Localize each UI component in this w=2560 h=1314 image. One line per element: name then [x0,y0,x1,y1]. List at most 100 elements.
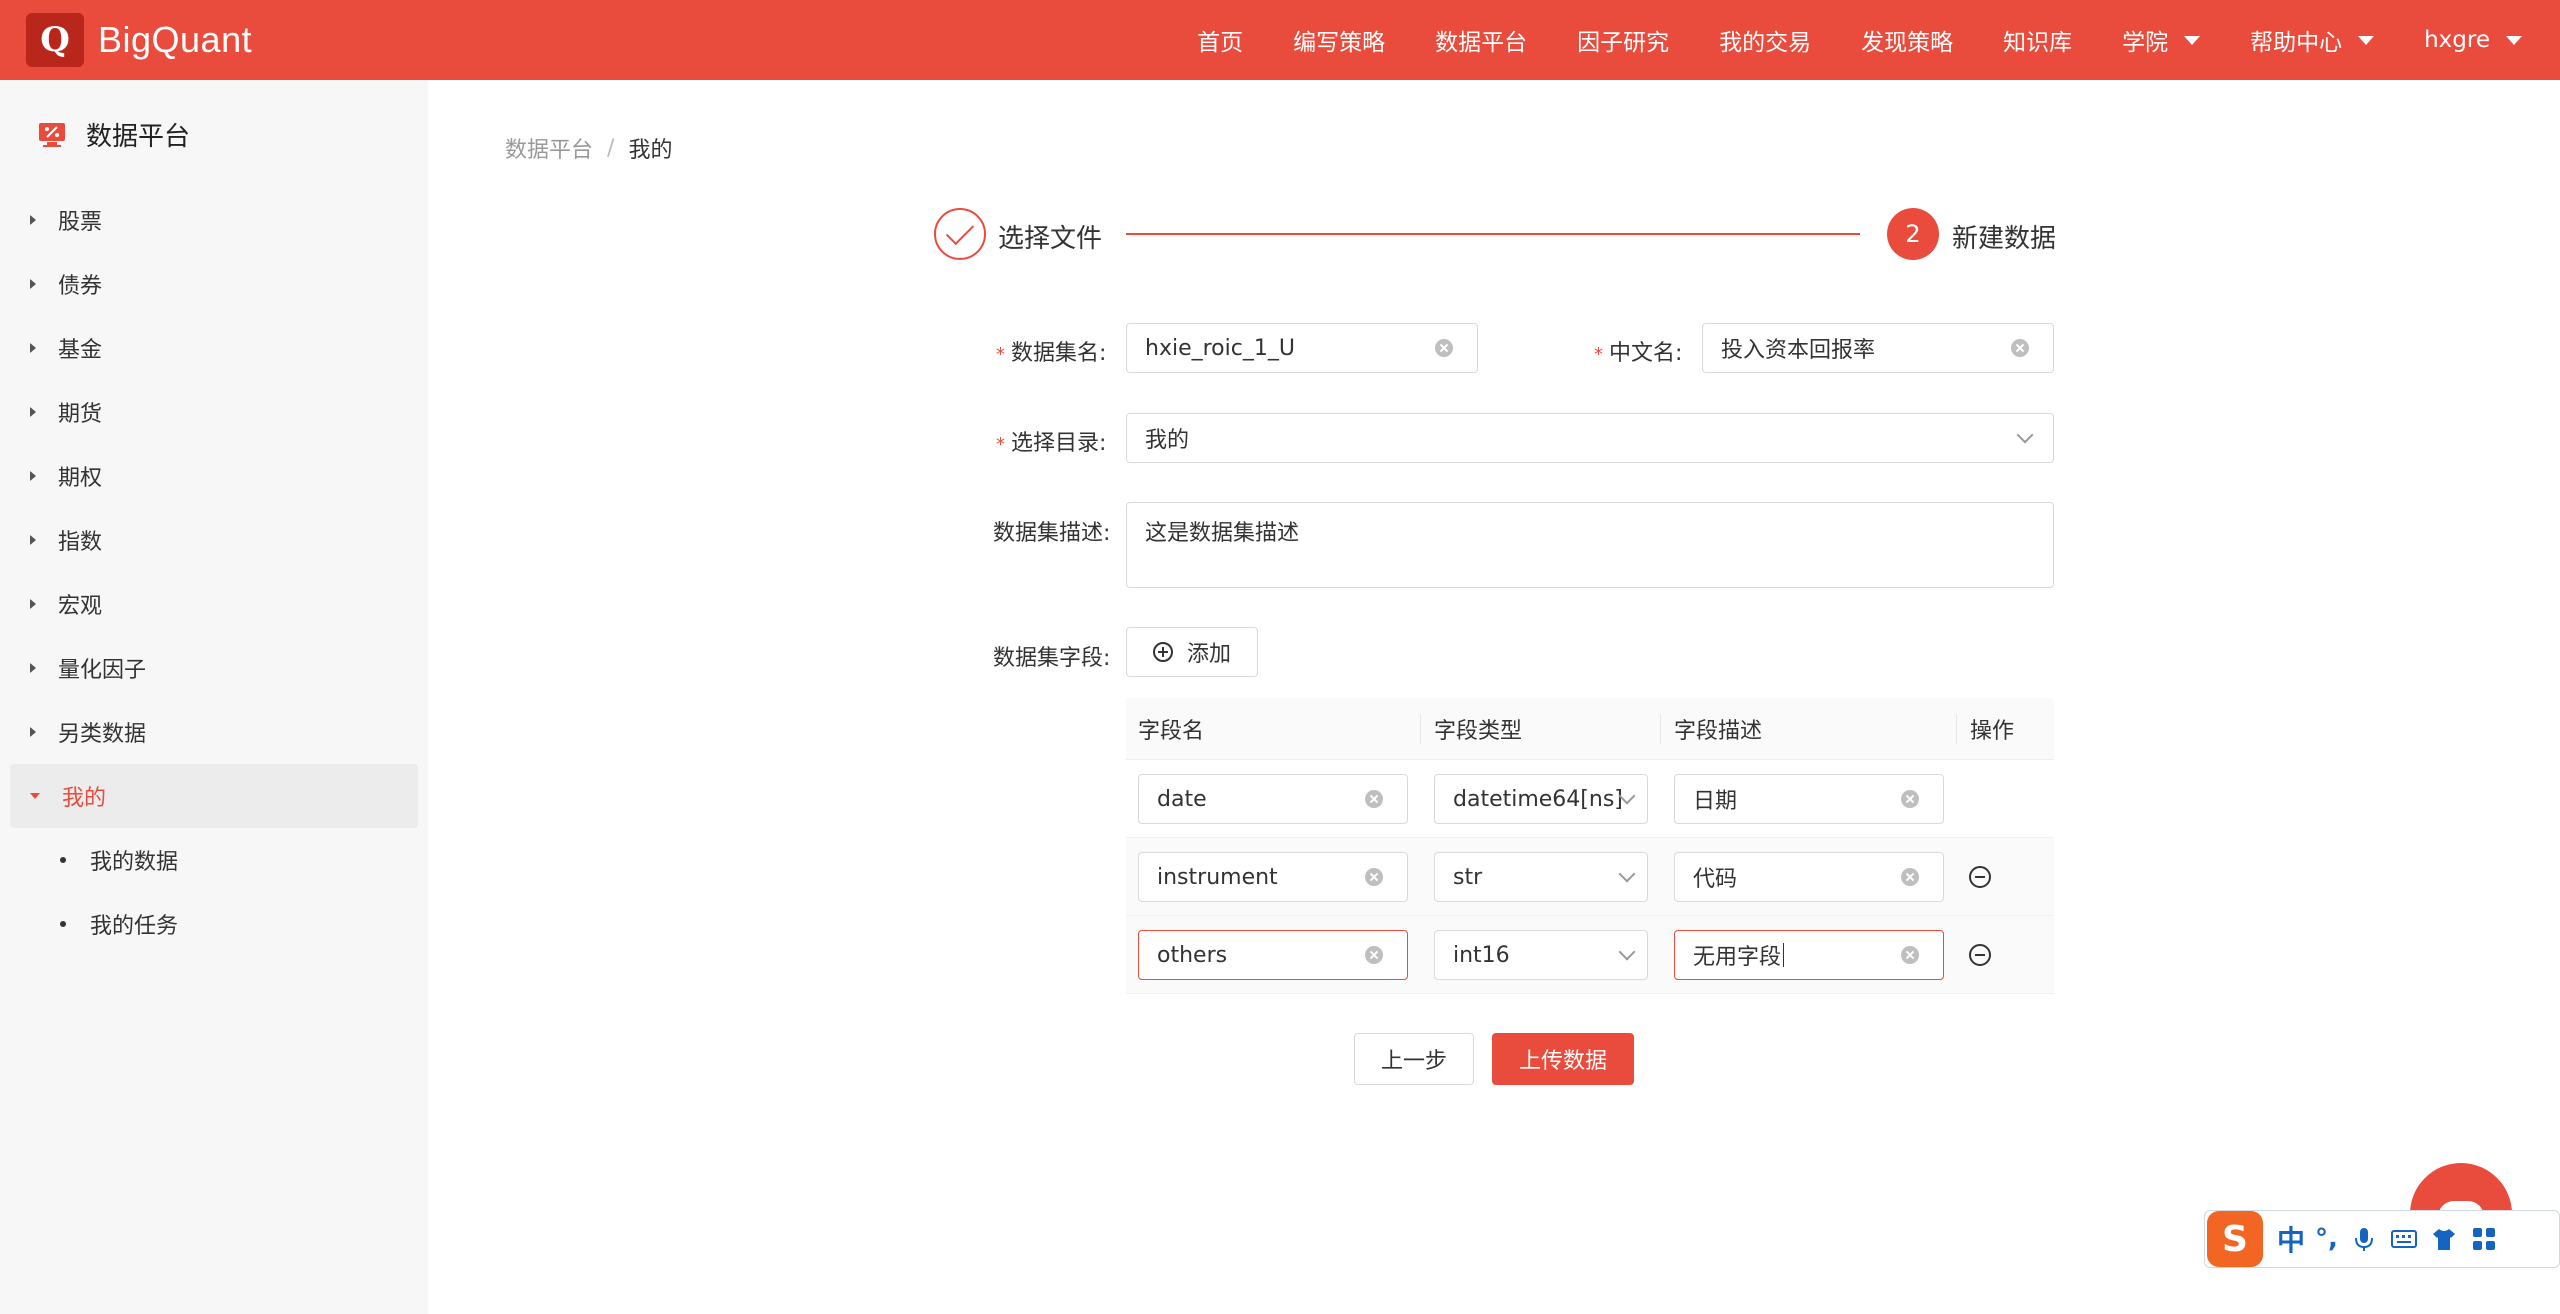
ime-toolbar: S 中 °, [2204,1210,2560,1268]
field-name-input[interactable]: others [1138,930,1408,980]
caret-down-icon [30,793,40,799]
sidebar-item-options[interactable]: 期权 [10,444,418,508]
description-textarea[interactable]: 这是数据集描述 [1126,502,2054,588]
caret-right-icon [30,535,36,545]
field-name-input[interactable]: date [1138,774,1408,824]
field-desc-input[interactable]: 日期 [1674,774,1944,824]
clear-icon[interactable] [1901,868,1919,886]
table-row: instrument str 代码 [1126,838,2054,916]
caret-down-icon [2506,35,2522,45]
clear-icon[interactable] [1365,790,1383,808]
breadcrumb-current: 我的 [628,138,673,163]
microphone-icon[interactable] [2350,1225,2378,1253]
field-type-select[interactable]: str [1434,852,1648,902]
sidebar-item-stocks[interactable]: 股票 [10,188,418,252]
table-row: others int16 无用字段 [1126,916,2054,994]
add-field-button[interactable]: 添加 [1126,627,1258,677]
cn-name-label: * 中文名: [1594,341,1683,366]
col-actions: 操作 [1970,719,2015,744]
field-name-input[interactable]: instrument [1138,852,1408,902]
clear-icon[interactable] [2011,339,2029,357]
sidebar-item-bonds[interactable]: 债券 [10,252,418,316]
nav-help-dropdown[interactable]: 帮助中心 [2250,23,2375,57]
col-field-desc: 字段描述 [1674,719,1763,744]
sidebar-item-indices[interactable]: 指数 [10,508,418,572]
logo-mark: Q [26,13,84,67]
sidebar-item-macro[interactable]: 宏观 [10,572,418,636]
step2-indicator: 2 [1887,208,1939,260]
sidebar-subitem-my-tasks[interactable]: 我的任务 [10,892,418,956]
main-nav: 首页 编写策略 数据平台 因子研究 我的交易 发现策略 知识库 学院 帮助中心 … [1147,0,2560,80]
nav-data-platform[interactable]: 数据平台 [1435,23,1527,57]
field-desc-input[interactable]: 代码 [1674,852,1944,902]
caret-right-icon [30,471,36,481]
nav-discover-strategy[interactable]: 发现策略 [1861,23,1953,57]
sogou-logo-icon[interactable]: S [2207,1211,2263,1267]
data-platform-icon [39,122,65,147]
step2-label: 新建数据 [1952,224,2057,254]
clear-icon[interactable] [1365,946,1383,964]
clear-icon[interactable] [1435,339,1453,357]
field-type-select[interactable]: datetime64[ns] [1434,774,1648,824]
upload-data-button[interactable]: 上传数据 [1492,1033,1634,1085]
keyboard-icon[interactable] [2390,1225,2418,1253]
sidebar-item-futures[interactable]: 期货 [10,380,418,444]
ime-mode[interactable]: 中 [2277,1219,2305,1259]
col-field-type: 字段类型 [1434,719,1523,744]
breadcrumb-separator: / [607,135,615,161]
field-desc-input[interactable]: 无用字段 [1674,930,1944,980]
directory-select[interactable]: 我的 [1126,413,2054,463]
nav-my-trading[interactable]: 我的交易 [1719,23,1811,57]
brand-logo[interactable]: Q BigQuant [26,13,252,67]
clear-icon[interactable] [1901,946,1919,964]
breadcrumb-parent[interactable]: 数据平台 [505,132,593,164]
caret-down-icon [2184,35,2201,45]
caret-right-icon [30,663,36,673]
cn-name-input[interactable]: 投入资本回报率 [1702,323,2054,373]
table-header: 字段名 字段类型 字段描述 操作 [1126,698,2054,760]
text-cursor [1783,943,1785,967]
caret-right-icon [30,407,36,417]
sidebar-item-quant-factors[interactable]: 量化因子 [10,636,418,700]
user-name: hxgre [2424,27,2490,53]
chevron-down-icon [2016,426,2034,444]
bullet-icon [60,857,66,863]
nav-home[interactable]: 首页 [1197,23,1243,57]
user-menu[interactable]: hxgre [2424,27,2522,53]
sidebar-item-mine[interactable]: 我的 [10,764,418,828]
caret-right-icon [30,215,36,225]
step-connector [1126,233,1860,235]
nav-factor-research[interactable]: 因子研究 [1577,23,1669,57]
step1-label: 选择文件 [998,224,1103,254]
caret-right-icon [30,727,36,737]
ime-punctuation[interactable]: °, [2315,1224,2338,1254]
nav-knowledge-base[interactable]: 知识库 [2003,23,2072,57]
caret-down-icon [2358,35,2375,45]
nav-academy-dropdown[interactable]: 学院 [2122,23,2201,57]
sidebar-item-funds[interactable]: 基金 [10,316,418,380]
bullet-icon [60,921,66,927]
column-divider [1420,714,1421,744]
directory-label: * 选择目录: [996,431,1107,456]
prev-step-button[interactable]: 上一步 [1354,1033,1474,1085]
remove-row-icon[interactable] [1969,944,1991,966]
sidebar-subitem-my-data[interactable]: 我的数据 [10,828,418,892]
clear-icon[interactable] [1365,868,1383,886]
toolbox-grid-icon[interactable] [2470,1225,2498,1253]
sidebar-item-alt-data[interactable]: 另类数据 [10,700,418,764]
remove-row-icon[interactable] [1969,866,1991,888]
sidebar-menu: 股票 债券 基金 期货 期权 指数 宏观 量化因子 另类数据 我的 我的数据 我… [10,188,418,956]
sidebar: 数据平台 股票 债券 基金 期货 期权 指数 宏观 量化因子 另类数据 我的 我… [0,80,428,1314]
check-icon [945,216,975,246]
clear-icon[interactable] [1901,790,1919,808]
caret-right-icon [30,343,36,353]
col-field-name: 字段名 [1138,719,1205,744]
brand-name: BigQuant [98,19,253,60]
dataset-name-input[interactable]: hxie_roic_1_U [1126,323,1478,373]
skin-shirt-icon[interactable] [2430,1225,2458,1253]
nav-academy-label: 学院 [2122,30,2169,56]
nav-write-strategy[interactable]: 编写策略 [1293,23,1385,57]
fields-label: 数据集字段: [993,646,1111,671]
field-type-select[interactable]: int16 [1434,930,1648,980]
fields-table: 字段名 字段类型 字段描述 操作 date datetime64[ns] 日期 … [1126,698,2054,994]
